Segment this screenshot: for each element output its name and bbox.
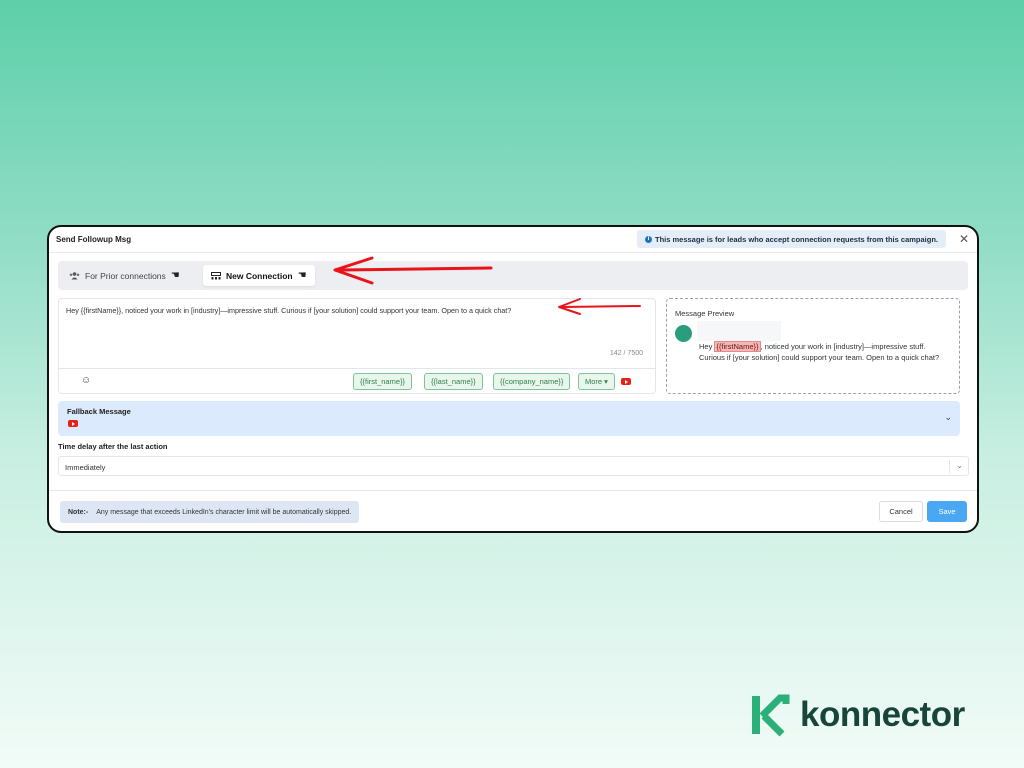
pointing-hand-icon: ☚ (170, 270, 180, 281)
fallback-title: Fallback Message (67, 407, 131, 416)
connection-tabs: For Prior connections ☚ New Connection ☚ (58, 261, 968, 290)
brand-name: konnector (800, 695, 965, 734)
save-button[interactable]: Save (927, 501, 967, 522)
delay-label: Time delay after the last action (58, 442, 168, 451)
preview-title: Message Preview (675, 309, 735, 318)
note-banner: Note:- Any message that exceeds LinkedIn… (60, 501, 360, 523)
message-text[interactable]: Hey {{firstName}}, noticed your work in … (66, 306, 511, 315)
modal-title: Send Followup Msg (56, 235, 132, 244)
preview-message: Hey {{firstName}}, noticed your work in … (697, 321, 949, 381)
note-text: Any message that exceeds LinkedIn's char… (96, 508, 352, 516)
new-connection-icon (211, 271, 221, 279)
message-preview: Message Preview Hey {{firstName}}, notic… (666, 298, 960, 394)
chevron-down-icon: ⌄ (956, 461, 963, 470)
more-variables-dropdown[interactable]: More ▾ (578, 373, 615, 390)
info-banner: i This message is for leads who accept c… (637, 230, 946, 248)
note-label: Note:- (68, 508, 89, 516)
tab-new-connection-label: New Connection (226, 270, 293, 281)
konnector-logo: konnector (750, 692, 965, 738)
last-name-variable-button[interactable]: {{last_name}} (424, 373, 483, 390)
char-count: 142 / 7500 (609, 350, 643, 357)
first-name-variable-button[interactable]: {{first_name}} (353, 373, 413, 390)
company-name-variable-button[interactable]: {{company_name}} (493, 373, 571, 390)
info-icon: i (645, 235, 652, 243)
close-button[interactable]: ✕ (959, 233, 969, 245)
preview-bubble-header (697, 321, 781, 341)
avatar (675, 325, 692, 342)
preview-highlighted-variable: {{firstName}} (714, 341, 761, 352)
cancel-button[interactable]: Cancel (879, 501, 923, 522)
tab-prior-connections[interactable]: For Prior connections ☚ (61, 265, 188, 286)
pointing-hand-icon: ☚ (297, 270, 307, 281)
info-banner-text: This message is for leads who accept con… (655, 234, 938, 244)
message-editor[interactable]: Hey {{firstName}}, noticed your work in … (58, 298, 656, 394)
konnector-logo-icon (752, 694, 790, 737)
users-icon (69, 271, 80, 279)
delay-select[interactable]: Immediately ⌄ (58, 456, 969, 476)
send-followup-modal: Send Followup Msg i This message is for … (47, 225, 979, 533)
preview-text-before: Hey (699, 342, 715, 351)
delay-value: Immediately (65, 463, 106, 472)
tab-new-connection[interactable]: New Connection ☚ (203, 265, 315, 286)
modal-header: Send Followup Msg i This message is for … (49, 227, 977, 253)
select-divider (949, 460, 950, 473)
fallback-message-accordion[interactable]: Fallback Message ⌄ (58, 401, 960, 436)
emoji-icon[interactable]: ☺ (81, 375, 91, 386)
tab-prior-label: For Prior connections (85, 270, 166, 281)
chevron-down-icon[interactable]: ⌄ (944, 412, 952, 423)
footer-divider (49, 490, 977, 491)
editor-toolbar: ☺ {{first_name}} {{last_name}} {{company… (59, 368, 655, 393)
youtube-icon[interactable] (68, 420, 78, 427)
youtube-icon[interactable] (621, 378, 631, 385)
